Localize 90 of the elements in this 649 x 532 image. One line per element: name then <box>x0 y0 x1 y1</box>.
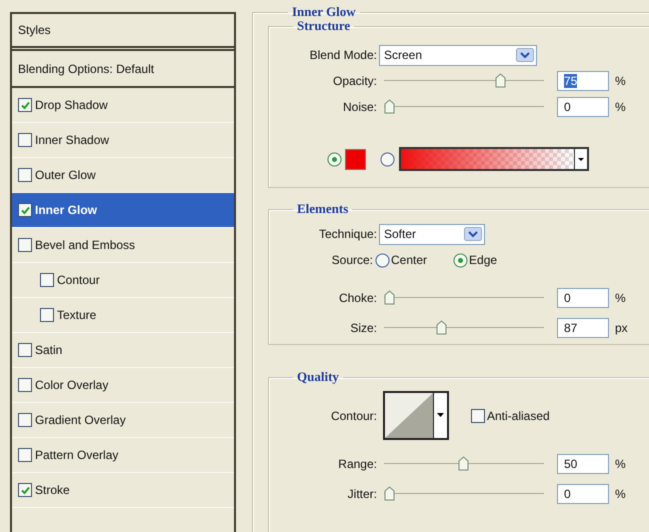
style-label: Outer Glow <box>35 168 96 182</box>
style-label: Gradient Overlay <box>35 413 126 427</box>
unit-label: % <box>615 291 626 305</box>
style-label: Inner Shadow <box>35 133 110 147</box>
color-swatch[interactable] <box>345 148 366 170</box>
field-label: Blend Mode: <box>308 48 378 62</box>
slider-thumb[interactable] <box>384 99 395 114</box>
slider-label: Noise: <box>342 100 378 114</box>
slider-thumb[interactable] <box>495 73 506 88</box>
style-label: Bevel and Emboss <box>35 238 136 252</box>
checkbox-label: Anti-aliased <box>487 408 550 422</box>
slider-label: Size: <box>349 321 378 335</box>
slider-label: Choke: <box>338 291 378 305</box>
style-item[interactable]: Inner Shadow <box>12 123 234 158</box>
group-title: Inner Glow <box>291 4 357 20</box>
style-item[interactable]: Bevel and Emboss <box>12 228 234 263</box>
caret-icon <box>433 393 447 438</box>
checkbox[interactable] <box>471 408 485 422</box>
slider-thumb[interactable] <box>384 486 395 501</box>
checkbox[interactable] <box>18 168 32 182</box>
radio-label: Center <box>391 253 428 267</box>
style-label: Satin <box>35 343 62 357</box>
unit-label: % <box>615 487 626 501</box>
checkbox[interactable] <box>18 133 32 147</box>
field-label: Contour: <box>330 408 378 422</box>
radio-button[interactable] <box>380 152 395 166</box>
style-label: Contour <box>57 273 100 287</box>
radio-option[interactable]: Edge <box>453 252 498 268</box>
style-label: Inner Glow <box>35 203 98 217</box>
radio-button[interactable] <box>453 252 468 268</box>
checkbox[interactable] <box>18 448 32 462</box>
checkbox[interactable] <box>40 308 54 322</box>
style-label: Drop Shadow <box>35 98 108 112</box>
style-item[interactable]: Pattern Overlay <box>12 438 234 473</box>
field-label: Source: <box>330 253 374 267</box>
radio-label: Edge <box>469 253 498 267</box>
unit-label: px <box>615 321 628 335</box>
slider-thumb[interactable] <box>436 320 447 335</box>
value-field[interactable]: 75 <box>557 71 609 91</box>
style-item[interactable]: Inner Glow <box>12 193 234 228</box>
checkbox[interactable] <box>40 273 54 287</box>
value-field[interactable]: 0 <box>557 484 609 504</box>
value-field[interactable]: 87 <box>557 318 609 338</box>
style-item[interactable]: Stroke <box>12 473 234 508</box>
group-title: Structure <box>296 18 352 34</box>
style-item[interactable]: Drop Shadow <box>12 88 234 123</box>
caret-icon <box>574 149 587 169</box>
checkbox[interactable] <box>18 413 32 427</box>
gradient-picker[interactable] <box>399 147 589 171</box>
slider-thumb[interactable] <box>384 290 395 305</box>
group-title: Elements <box>296 201 350 217</box>
unit-label: % <box>615 457 626 471</box>
value-field[interactable]: 0 <box>557 97 609 117</box>
checkbox[interactable] <box>18 238 32 252</box>
contour-picker[interactable] <box>383 391 449 440</box>
checkbox[interactable] <box>18 378 32 392</box>
style-item[interactable]: Satin <box>12 333 234 368</box>
contour-curve-icon <box>385 393 433 438</box>
slider-thumb[interactable] <box>458 456 469 471</box>
style-label: Color Overlay <box>35 378 108 392</box>
checkbox[interactable] <box>18 343 32 357</box>
slider-label: Jitter: <box>346 487 378 501</box>
radio-option[interactable]: Center <box>375 252 428 268</box>
chevron-down-icon <box>516 48 534 62</box>
style-label: Stroke <box>35 483 70 497</box>
chevron-down-icon <box>464 227 482 241</box>
style-label: Pattern Overlay <box>35 448 118 462</box>
technique-dropdown[interactable]: Softer <box>379 224 485 244</box>
blending-options-item[interactable]: Blending Options: Default <box>12 51 234 88</box>
radio-button[interactable] <box>327 152 342 166</box>
unit-label: % <box>615 100 626 114</box>
style-item[interactable]: Gradient Overlay <box>12 403 234 438</box>
style-item[interactable]: Color Overlay <box>12 368 234 403</box>
value-field[interactable]: 50 <box>557 454 609 474</box>
slider-label: Opacity: <box>332 74 378 88</box>
field-label: Technique: <box>318 227 378 241</box>
panel-title: Styles <box>18 23 51 37</box>
style-label: Texture <box>57 308 96 322</box>
checkbox[interactable] <box>18 98 32 112</box>
anti-aliased-option[interactable]: Anti-aliased <box>471 408 550 422</box>
style-item[interactable]: Contour <box>12 263 234 298</box>
unit-label: % <box>615 74 626 88</box>
group-title: Quality <box>296 369 340 385</box>
radio-button[interactable] <box>375 252 390 268</box>
value-field[interactable]: 0 <box>557 288 609 308</box>
blend-mode-dropdown[interactable]: Screen <box>379 44 537 66</box>
checkbox[interactable] <box>18 483 32 497</box>
slider-label: Range: <box>337 457 378 471</box>
style-item[interactable]: Texture <box>12 298 234 333</box>
checkbox[interactable] <box>18 203 32 217</box>
